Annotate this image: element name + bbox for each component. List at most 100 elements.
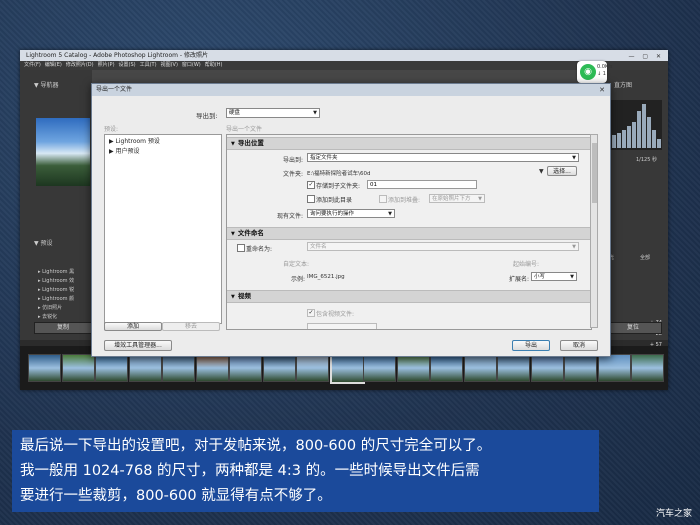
histogram [604,100,662,150]
filmstrip-thumbnail[interactable] [363,354,396,382]
filmstrip-thumbnail[interactable] [396,354,430,382]
chevron-down-icon: ▼ [572,244,576,250]
filmstrip-thumbnail[interactable] [95,354,128,382]
menu-bar: 文件(F) 编辑(E) 修改照片(D) 照片(P) 设置(S) 工具(T) 视图(V) 窗口(… [20,61,668,70]
chevron-down-icon: ▼ [572,155,576,161]
caption-line-2: 我一般用 1024-768 的尺寸，两种都是 4:3 的。一些时候导出文件后需 [20,463,480,479]
filmstrip-thumbnail[interactable] [463,354,497,382]
histogram-bar [622,130,626,148]
histogram-bar [617,133,621,148]
subfolder-checkbox[interactable]: ✓ [307,181,315,189]
section-video[interactable]: ▼ 视频 [227,290,591,303]
auto-label[interactable]: 全部 [640,254,650,261]
filmstrip-thumbnail[interactable] [497,354,530,382]
preset-item[interactable]: ▸ 去锐化 [38,313,74,322]
filmstrip-thumbnail[interactable] [530,354,564,382]
plugin-manager-button[interactable]: 增效工具管理器... [104,340,172,351]
copy-button[interactable]: 复制 [34,322,92,334]
preset-item[interactable]: ▸ 仿旧照片 [38,304,74,313]
menu-item[interactable]: 视图(V) [161,62,178,68]
stack-position-select[interactable]: 在原始照片下方 ▼ [429,194,485,203]
settings-scrollbar[interactable] [590,134,598,328]
close-icon[interactable]: ✕ [599,84,605,96]
custom-text-label: 自定文本: [283,261,310,268]
filmstrip-thumbnail[interactable] [128,354,162,382]
presets-listbox[interactable]: ▶ Lightroom 预设 ▶ 用户预设 [104,134,222,324]
window-title: Lightroom 5 Catalog - Adobe Photoshop Li… [26,52,208,59]
histogram-bar [627,126,631,148]
histogram-header[interactable]: 直方图 [614,80,632,89]
menu-item[interactable]: 设置(S) [119,62,136,68]
triangle-down-icon: ▼ [231,231,235,237]
histogram-bar [632,122,636,148]
histogram-bar [637,111,641,148]
chevron-down-icon: ▼ [388,211,392,217]
subfolder-label: 存储到子文件夹: [316,183,361,190]
export-dialog: 导出一个文件 ✕ 导出到: 硬盘 ▼ 预设: 导出一个文件 ▶ Lightroom… [91,83,611,357]
dialog-subtitle: 导出一个文件 [226,126,263,133]
export-location-select[interactable]: 指定文件夹 ▼ [307,153,579,162]
existing-files-select[interactable]: 询问要执行的操作 ▼ [307,209,395,218]
filmstrip-thumbnail[interactable] [597,354,631,382]
preset-item[interactable]: ▸ Lightroom 锐 [38,286,74,295]
export-button[interactable]: 导出 [512,340,550,351]
reset-button[interactable]: 复位 [604,322,662,334]
remove-preset-button[interactable]: 移去 [162,322,220,331]
dialog-titlebar: 导出一个文件 ✕ [92,84,610,96]
menu-item[interactable]: 修改照片(D) [66,62,94,68]
preset-item[interactable]: ▸ Lightroom 黑 [38,268,74,277]
navigator-preview [36,118,90,186]
exposure-readout: 1/125 秒 [636,157,657,163]
preset-item[interactable]: ▸ Lightroom 颜 [38,295,74,304]
subfolder-input[interactable]: 01 [367,180,477,189]
filmstrip-thumbnail[interactable] [229,354,262,382]
filmstrip-thumbnail[interactable] [262,354,296,382]
filmstrip-thumbnail[interactable] [430,354,463,382]
filmstrip-thumbnail[interactable] [162,354,195,382]
folder-dropdown-icon[interactable]: ▼ [539,168,544,175]
filmstrip-thumbnail[interactable] [28,354,61,382]
presets-header[interactable]: ▼ 预设 [34,238,53,247]
rename-checkbox[interactable] [237,244,245,252]
menu-item[interactable]: 窗口(W) [182,62,201,68]
menu-item[interactable]: 帮助(H) [205,62,223,68]
menu-item[interactable]: 文件(F) [24,62,41,68]
add-to-stack-label: 添加到堆叠: [388,197,421,204]
tree-item-lightroom-presets[interactable]: ▶ Lightroom 预设 [109,137,160,147]
extension-select[interactable]: 小写 ▼ [531,272,577,281]
section-export-location[interactable]: ▼ 导出位置 [227,137,591,150]
caption-line-1: 最后说一下导出的设置吧，对于发帖来说，800-600 的尺寸完全可以了。 [20,438,492,454]
add-to-stack-checkbox[interactable] [379,195,387,203]
folder-path: E:\福特新探险者试车\60d [307,171,371,177]
filmstrip-thumbnail[interactable] [296,354,329,382]
wifi-icon: ◉ [580,64,596,80]
filmstrip-thumbnail[interactable] [631,354,664,382]
menu-item[interactable]: 编辑(E) [45,62,62,68]
filmstrip-thumbnail[interactable] [195,354,229,382]
rename-template-select[interactable]: 文件名 ▼ [307,242,579,251]
section-file-naming[interactable]: ▼ 文件命名 [227,227,591,240]
left-panel: ▼ 导航器 ▼ 预设 ▸ Lightroom 黑 ▸ Lightroom 效 ▸ L… [20,70,92,340]
export-to-select[interactable]: 硬盘 ▼ [226,108,320,118]
cancel-button[interactable]: 取消 [560,340,598,351]
add-to-catalog-checkbox[interactable] [307,195,315,203]
preset-item[interactable]: ▸ Lightroom 效 [38,277,74,286]
chevron-down-icon: ▼ [478,196,482,202]
choose-folder-button[interactable]: 选择... [547,166,577,176]
add-preset-button[interactable]: 添加 [104,322,162,331]
menu-item[interactable]: 工具(T) [140,62,157,68]
include-video-checkbox[interactable]: ✓ [307,309,315,317]
tree-item-user-presets[interactable]: ▶ 用户预设 [109,147,160,157]
histogram-bar [647,117,651,148]
filmstrip-thumbnail[interactable] [61,354,95,382]
triangle-down-icon: ▼ [231,294,235,300]
extension-label: 扩展名: [509,276,530,283]
menu-item[interactable]: 照片(P) [98,62,115,68]
export-settings-panel: ▼ 导出位置 导出到: 指定文件夹 ▼ 文件夹: E:\福特新探险者试车\60d ▼… [226,134,592,330]
filmstrip-thumbnail[interactable] [564,354,597,382]
window-titlebar: Lightroom 5 Catalog - Adobe Photoshop Li… [20,50,668,61]
navigator-header[interactable]: ▼ 导航器 [34,80,59,89]
video-format-select[interactable] [307,323,377,329]
network-speed-widget[interactable]: ◉ 0.0K/s ↓ 1 [577,61,613,83]
scrollbar-thumb[interactable] [592,143,597,203]
